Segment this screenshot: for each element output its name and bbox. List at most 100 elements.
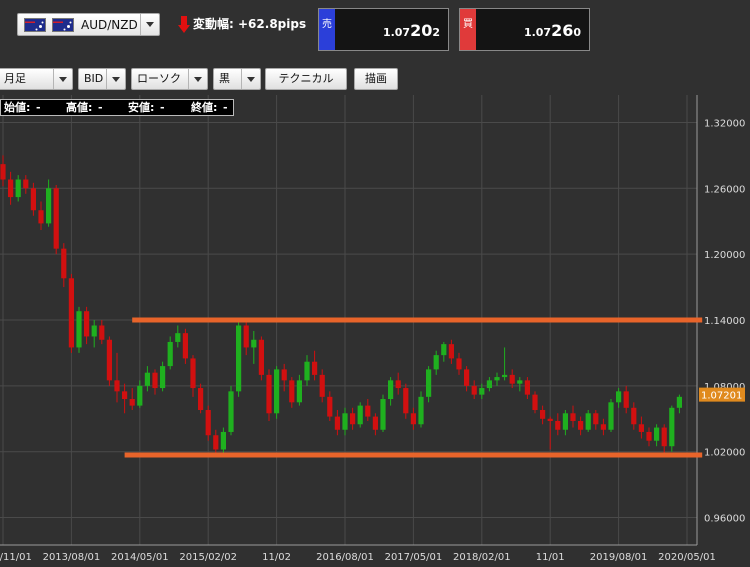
candle-body [137,385,143,406]
candle-body [274,369,280,414]
open-value: - [36,101,41,114]
candle-body [441,344,447,356]
candle-body [654,427,660,441]
candle-body [182,333,188,359]
chevron-down-icon[interactable] [106,69,125,89]
candle-body [91,325,97,337]
y-tick-label: 1.14000 [704,316,745,327]
close-label: 終値: [191,101,218,114]
candle-body [608,402,614,430]
down-arrow-icon [178,15,190,34]
side-label: BID [84,72,104,85]
candle-body [676,396,682,408]
candle-body [251,339,257,348]
candle-body [426,369,432,397]
candle-body [281,369,287,381]
sell-price-big: 20 [410,21,433,40]
candle-body [388,380,394,400]
candle-body [160,366,166,389]
buy-price-button[interactable]: 買 1.07260 [459,8,590,51]
x-tick-label: 2019/08/01 [590,552,648,563]
candle-body [198,388,204,410]
candle-body [357,405,363,425]
candle-body [342,413,348,430]
candle-body [433,355,439,370]
candle-body [304,361,310,381]
technical-button[interactable]: テクニカル [265,68,347,90]
candle-body [448,344,454,359]
x-tick-label: 2014/05/01 [111,552,169,563]
candle-body [289,380,295,403]
y-tick-label: 0.96000 [704,514,745,525]
candle-body [144,372,150,386]
candle-body [114,380,120,392]
candle-body [312,361,318,375]
candle-body [403,388,409,414]
chart-type-select[interactable]: ローソク [131,68,208,90]
chevron-down-icon[interactable] [140,14,159,35]
candle-body [243,325,249,348]
open-label: 始値: [4,101,31,114]
side-select[interactable]: BID [78,68,126,90]
chevron-down-icon[interactable] [53,69,72,89]
buy-price: 1.07260 [524,21,581,40]
candle-body [616,391,622,403]
chart-type-label: ローソク [137,72,181,85]
low-value: - [160,101,165,114]
candle-body [258,339,264,375]
sell-price-button[interactable]: 売 1.07202 [318,8,449,51]
x-tick-label: 11/01 [536,552,565,563]
low-label: 安値: [128,101,155,114]
close-value: - [223,101,228,114]
candle-body [372,416,378,430]
candle-body [532,394,538,410]
candle-body [502,374,508,378]
chevron-down-icon[interactable] [241,69,260,89]
sell-price-small: 2 [432,26,440,39]
candle-body [327,396,333,417]
candle-body [540,410,546,419]
candle-body [578,420,584,430]
top-bar: AUD/NZD 変動幅: +62.8pips 売 1.07202 買 1.072… [0,0,750,62]
current-price-label: 1.07201 [701,391,742,402]
candle-body [661,427,667,447]
chart-background [0,95,750,567]
candle-body [0,164,6,180]
candle-body [8,179,14,198]
candle-body [638,424,644,432]
candle-body [486,380,492,389]
x-tick-label: 2013/08/01 [43,552,101,563]
period-select[interactable]: 月足 [0,68,73,90]
chevron-down-icon[interactable] [188,69,207,89]
candle-body [129,399,135,406]
candle-body [517,380,523,384]
candle-body [494,377,500,381]
candlestick-chart[interactable]: 1.320001.260001.200001.140001.080001.020… [0,95,750,567]
candle-body [600,424,606,430]
candle-body [46,188,52,224]
draw-button[interactable]: 描画 [354,68,398,90]
candle-body [585,413,591,430]
candle-body [15,179,21,198]
candle-body [266,374,272,414]
theme-select[interactable]: 黒 [213,68,261,90]
candle-body [53,188,59,249]
candle-body [555,420,561,430]
australia-flag-icon [24,18,46,32]
candle-body [456,358,462,370]
new-zealand-flag-icon [52,18,74,32]
candle-body [334,416,340,430]
candle-body [213,435,219,450]
x-tick-label: 11/02 [262,552,291,563]
high-label: 高値: [66,101,93,114]
candle-body [61,248,67,279]
candle-body [296,380,302,403]
x-tick-label: 2020/05/01 [658,552,716,563]
x-tick-label: 2012/11/01 [0,552,32,563]
y-tick-label: 1.26000 [704,184,745,195]
currency-pair-select[interactable]: AUD/NZD [17,13,160,36]
period-label: 月足 [4,72,26,85]
x-tick-label: 2016/08/01 [316,552,374,563]
y-tick-label: 1.32000 [704,118,745,129]
buy-tag: 買 [460,9,476,50]
